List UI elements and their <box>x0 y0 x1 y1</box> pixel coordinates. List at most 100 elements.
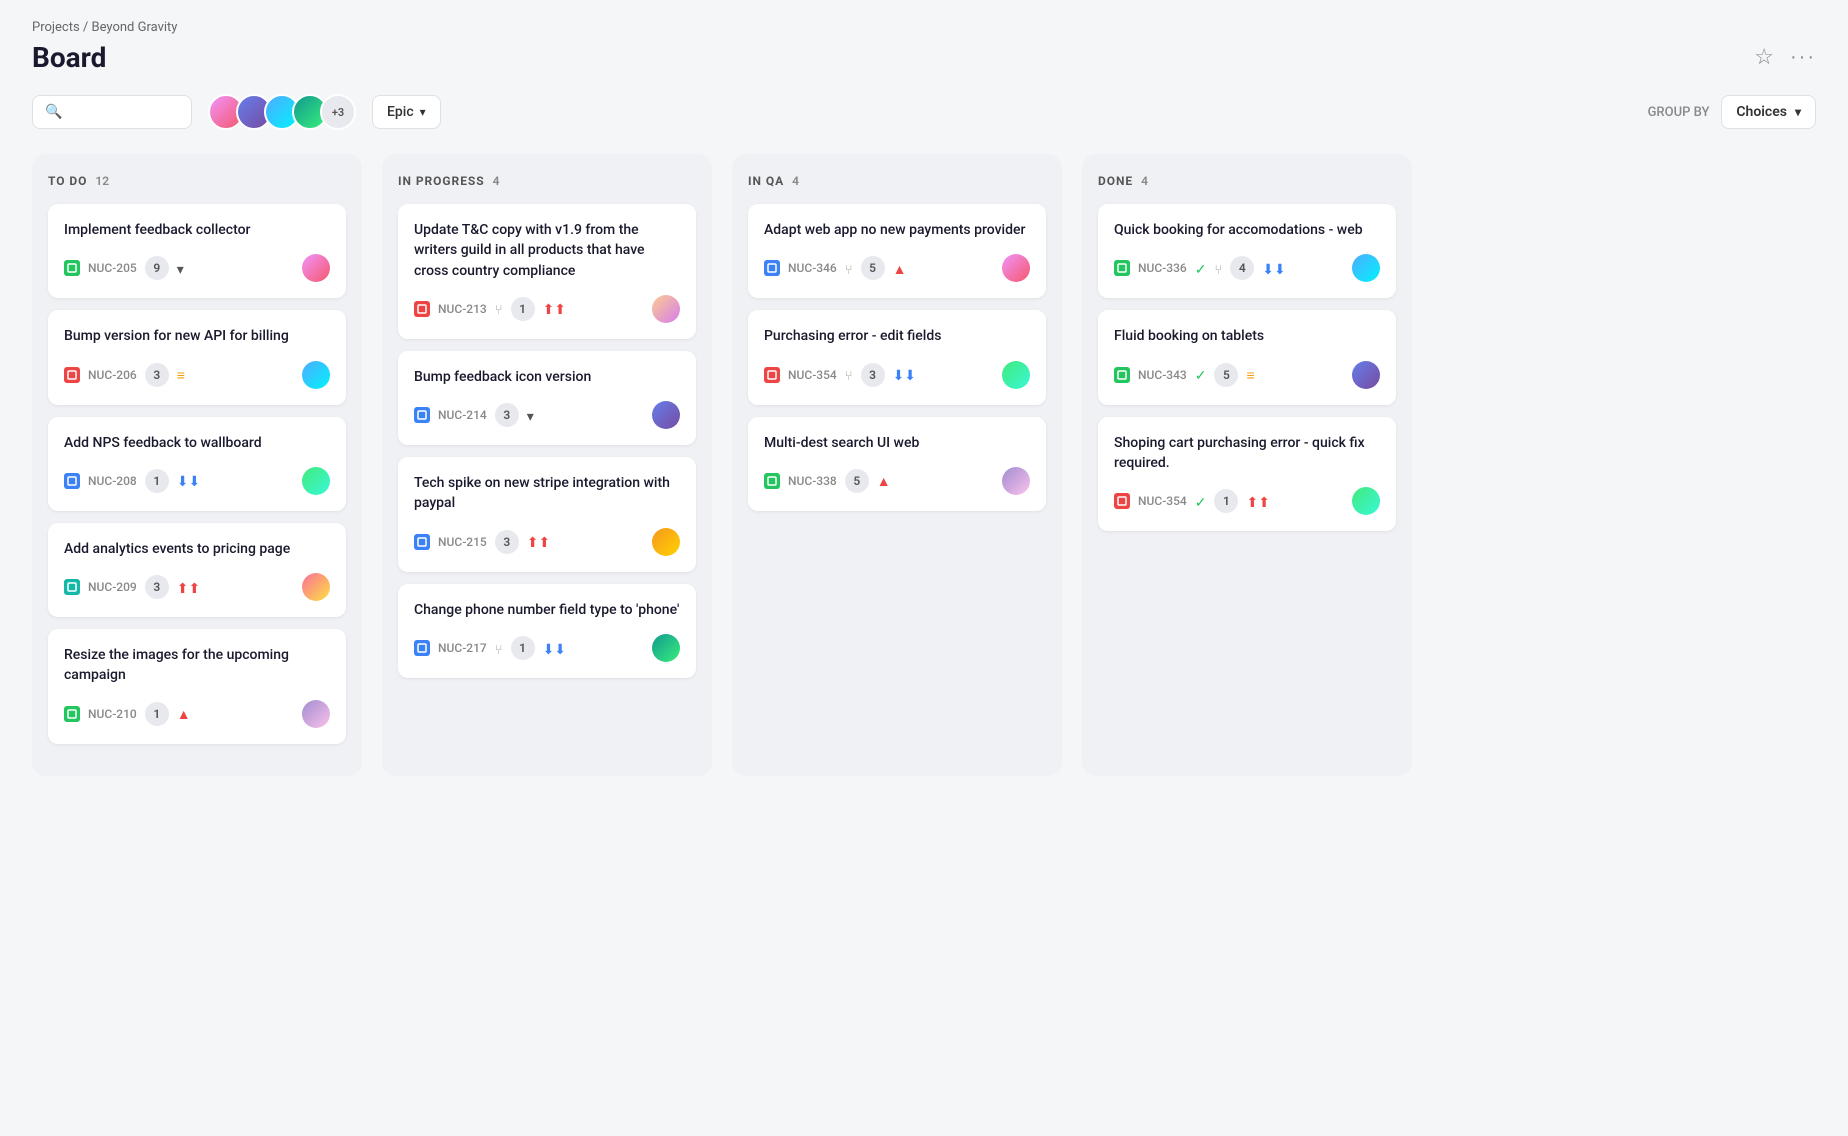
chevron-down-icon: ▾ <box>420 105 426 119</box>
card[interactable]: Multi-dest search UI web NUC-338 5 ▲ <box>748 417 1046 511</box>
avatar <box>1002 361 1030 389</box>
card-id: NUC-215 <box>438 535 487 549</box>
card-tag-icon <box>1114 493 1130 509</box>
column-title: IN QA <box>748 174 784 188</box>
priority-icon: ≡ <box>1246 365 1254 384</box>
column-count: 4 <box>1141 174 1148 188</box>
priority-icon: ▾ <box>177 259 184 278</box>
card[interactable]: Fluid booking on tablets NUC-343 ✓ 5 ≡ <box>1098 310 1396 404</box>
card-title: Fluid booking on tablets <box>1114 326 1380 346</box>
count-badge: 3 <box>495 403 519 427</box>
priority-icon: ⬇⬇ <box>543 639 566 658</box>
card[interactable]: Adapt web app no new payments provider N… <box>748 204 1046 298</box>
card-tag-icon <box>414 407 430 423</box>
card[interactable]: Resize the images for the upcoming campa… <box>48 629 346 744</box>
avatar <box>302 700 330 728</box>
priority-icon: ⬆⬆ <box>177 578 200 597</box>
count-badge: 3 <box>495 530 519 554</box>
avatar <box>1352 487 1380 515</box>
card-title: Implement feedback collector <box>64 220 330 240</box>
card-id: NUC-210 <box>88 707 137 721</box>
card-id: NUC-343 <box>1138 368 1187 382</box>
search-input[interactable] <box>70 104 179 120</box>
avatar <box>1352 361 1380 389</box>
column-title: IN PROGRESS <box>398 174 485 188</box>
column-todo: TO DO 12 Implement feedback collector NU… <box>32 154 362 776</box>
column-count: 4 <box>493 174 500 188</box>
card-tag-icon <box>414 640 430 656</box>
breadcrumb: Projects / Beyond Gravity <box>32 20 177 35</box>
column-inprogress: IN PROGRESS 4 Update T&C copy with v1.9 … <box>382 154 712 776</box>
page-title: Board <box>32 41 177 74</box>
priority-icon: ⬆⬆ <box>1246 492 1269 511</box>
card[interactable]: Add NPS feedback to wallboard NUC-208 1 … <box>48 417 346 511</box>
search-box[interactable]: 🔍 <box>32 95 192 129</box>
card-title: Shoping cart purchasing error - quick fi… <box>1114 433 1380 474</box>
card[interactable]: Bump feedback icon version NUC-214 3 ▾ <box>398 351 696 445</box>
card-id: NUC-213 <box>438 302 487 316</box>
avatar <box>1002 467 1030 495</box>
card-tag-icon <box>64 473 80 489</box>
count-badge: 5 <box>845 469 869 493</box>
card-tag-icon <box>64 367 80 383</box>
priority-icon: ⬇⬇ <box>177 471 200 490</box>
card-id: NUC-209 <box>88 580 137 594</box>
column-done: DONE 4 Quick booking for accomodations -… <box>1082 154 1412 776</box>
card[interactable]: Update T&C copy with v1.9 from the write… <box>398 204 696 339</box>
avatar-group: +3 <box>208 94 356 130</box>
card[interactable]: Change phone number field type to 'phone… <box>398 584 696 678</box>
star-button[interactable]: ☆ <box>1754 44 1774 70</box>
card[interactable]: Quick booking for accomodations - web NU… <box>1098 204 1396 298</box>
card-tag-icon <box>764 260 780 276</box>
card-id: NUC-217 <box>438 641 487 655</box>
chevron-down-icon: ▾ <box>1795 105 1801 119</box>
card[interactable]: Bump version for new API for billing NUC… <box>48 310 346 404</box>
card-title: Adapt web app no new payments provider <box>764 220 1030 240</box>
branch-icon: ⑂ <box>1214 259 1222 278</box>
card-title: Quick booking for accomodations - web <box>1114 220 1380 240</box>
epic-filter-button[interactable]: Epic ▾ <box>372 95 441 129</box>
branch-icon: ⑂ <box>495 639 503 658</box>
card-tag-icon <box>764 473 780 489</box>
card-title: Bump feedback icon version <box>414 367 680 387</box>
avatar <box>1352 254 1380 282</box>
branch-icon: ⑂ <box>495 299 503 318</box>
card[interactable]: Implement feedback collector NUC-205 9 ▾ <box>48 204 346 298</box>
card-tag-icon <box>414 301 430 317</box>
card-tag-icon <box>414 534 430 550</box>
card-tag-icon <box>64 260 80 276</box>
count-badge: 1 <box>145 469 169 493</box>
avatar <box>652 634 680 662</box>
count-badge: 1 <box>511 636 535 660</box>
card[interactable]: Tech spike on new stripe integration wit… <box>398 457 696 572</box>
card-tag-icon <box>1114 260 1130 276</box>
search-icon: 🔍 <box>45 104 62 120</box>
count-badge: 1 <box>511 297 535 321</box>
priority-icon: ⬇⬇ <box>1262 259 1285 278</box>
card-title: Update T&C copy with v1.9 from the write… <box>414 220 680 281</box>
card-title: Tech spike on new stripe integration wit… <box>414 473 680 514</box>
card-tag-icon <box>764 367 780 383</box>
card-id: NUC-206 <box>88 368 137 382</box>
card[interactable]: Add analytics events to pricing page NUC… <box>48 523 346 617</box>
choices-label: Choices <box>1736 104 1787 120</box>
choices-button[interactable]: Choices ▾ <box>1721 95 1816 129</box>
card-id: NUC-346 <box>788 261 837 275</box>
avatar-more[interactable]: +3 <box>320 94 356 130</box>
card-title: Purchasing error - edit fields <box>764 326 1030 346</box>
card[interactable]: Purchasing error - edit fields NUC-354 ⑂… <box>748 310 1046 404</box>
card-title: Change phone number field type to 'phone… <box>414 600 680 620</box>
card-title: Multi-dest search UI web <box>764 433 1030 453</box>
card[interactable]: Shoping cart purchasing error - quick fi… <box>1098 417 1396 532</box>
column-inqa: IN QA 4 Adapt web app no new payments pr… <box>732 154 1062 776</box>
card-id: NUC-354 <box>1138 494 1187 508</box>
column-title: DONE <box>1098 174 1133 188</box>
card-id: NUC-205 <box>88 261 137 275</box>
card-id: NUC-354 <box>788 368 837 382</box>
more-options-button[interactable]: ··· <box>1790 46 1816 69</box>
count-badge: 5 <box>1214 363 1238 387</box>
avatar <box>1002 254 1030 282</box>
count-badge: 3 <box>861 363 885 387</box>
count-badge: 3 <box>145 575 169 599</box>
priority-icon: ≡ <box>177 365 185 384</box>
